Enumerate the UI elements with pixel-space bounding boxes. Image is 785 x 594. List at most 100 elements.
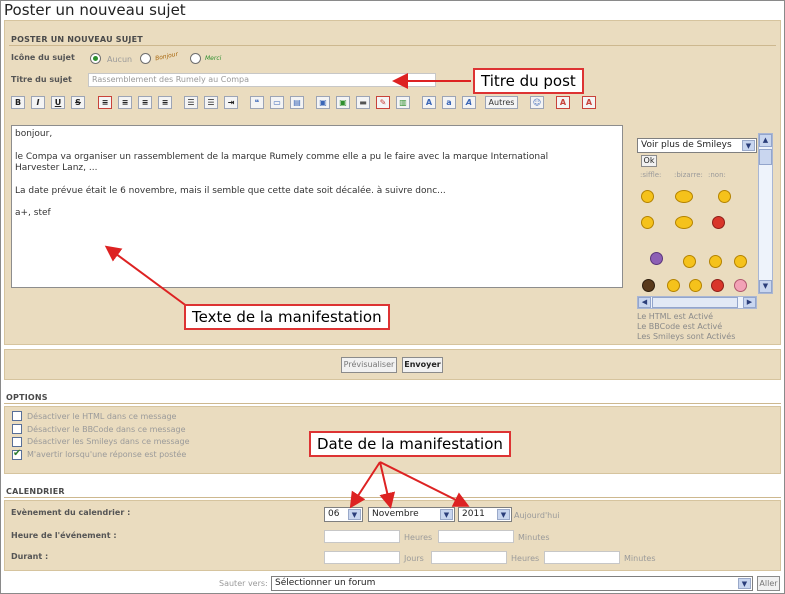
- scroll-up-icon[interactable]: ▲: [759, 134, 772, 147]
- chevron-down-icon: ▼: [440, 509, 453, 520]
- smileys-vertical-scrollbar[interactable]: ▲ ▼: [758, 133, 773, 294]
- option-label: Désactiver le HTML dans ce message: [27, 412, 177, 421]
- link-button[interactable]: ▣: [336, 96, 350, 109]
- smiley-toolbar-button[interactable]: ☺: [530, 96, 544, 109]
- smiley-angry-icon[interactable]: [711, 279, 724, 292]
- hours-input[interactable]: [324, 530, 400, 543]
- calendar-heading: CALENDRIER: [6, 487, 65, 496]
- flash-button[interactable]: ▬: [356, 96, 370, 109]
- align-left-button[interactable]: ≡: [98, 96, 112, 109]
- options-heading: OPTIONS: [6, 393, 48, 402]
- smiley-smile-icon[interactable]: [667, 279, 680, 292]
- message-line: le Compa va organiser un rassemblement d…: [15, 151, 549, 162]
- forum-select[interactable]: Sélectionner un forum ▼: [271, 576, 753, 591]
- spoiler-button[interactable]: ▤: [290, 96, 304, 109]
- subject-input[interactable]: Rassemblement des Rumely au Compa: [88, 73, 436, 87]
- table-button[interactable]: ▥: [396, 96, 410, 109]
- option-label: Désactiver les Smileys dans ce message: [27, 437, 190, 446]
- justify-button[interactable]: ≡: [158, 96, 172, 109]
- color-button[interactable]: A: [556, 96, 570, 109]
- disable-html-checkbox[interactable]: [12, 411, 22, 421]
- smiley-drool-icon[interactable]: [641, 216, 654, 229]
- italic-button[interactable]: I: [31, 96, 45, 109]
- align-center-button[interactable]: ≡: [118, 96, 132, 109]
- message-line: bonjour,: [15, 129, 53, 139]
- smiley-bizarre-icon[interactable]: [675, 190, 693, 203]
- scroll-right-icon[interactable]: ▶: [743, 297, 756, 308]
- numbered-list-button[interactable]: ☰: [204, 96, 218, 109]
- smiley-dance-icon[interactable]: [675, 216, 693, 229]
- strike-button[interactable]: S: [71, 96, 85, 109]
- underline-button[interactable]: U: [51, 96, 65, 109]
- today-link[interactable]: Aujourd'hui: [514, 511, 560, 520]
- minutes-input[interactable]: [438, 530, 514, 543]
- scroll-thumb[interactable]: [759, 149, 772, 165]
- autres-button[interactable]: Autres: [485, 96, 518, 109]
- bold-button[interactable]: B: [11, 96, 25, 109]
- divider: [9, 45, 776, 46]
- month-value: Novembre: [372, 509, 419, 519]
- smiley-devil-icon[interactable]: [650, 252, 663, 265]
- smiley-pig-icon[interactable]: [734, 279, 747, 292]
- preview-button[interactable]: Prévisualiser: [341, 357, 397, 373]
- icon-radio-bonjour[interactable]: [140, 53, 151, 64]
- smiley-grin-icon[interactable]: [709, 255, 722, 268]
- smiley-code: :siffle:: [640, 171, 662, 179]
- icon-radio-none[interactable]: [90, 53, 101, 64]
- smiley-no-icon[interactable]: [718, 190, 731, 203]
- message-line: a+, stef: [15, 208, 51, 218]
- page-title: Poster un nouveau sujet: [4, 1, 186, 19]
- send-button[interactable]: Envoyer: [402, 357, 443, 373]
- image-button[interactable]: ▣: [316, 96, 330, 109]
- day-select[interactable]: 06 ▼: [324, 507, 363, 522]
- message-line: [15, 175, 619, 186]
- font-button[interactable]: A: [462, 96, 476, 109]
- edit-button[interactable]: ✎: [376, 96, 390, 109]
- smileys-horizontal-scrollbar[interactable]: ◀ ▶: [637, 296, 757, 309]
- scroll-thumb[interactable]: [652, 297, 738, 308]
- smiley-santa-icon[interactable]: [712, 216, 725, 229]
- indent-button[interactable]: ⇥: [224, 96, 238, 109]
- smiley-whistle-icon[interactable]: [641, 190, 654, 203]
- smileys-select[interactable]: Voir plus de Smileys ▼: [637, 138, 757, 153]
- bullet-list-button[interactable]: ☰: [184, 96, 198, 109]
- smiley-evil-icon[interactable]: [683, 255, 696, 268]
- post-section-heading: POSTER UN NOUVEAU SUJET: [11, 35, 143, 44]
- smiley-wink-icon[interactable]: [734, 255, 747, 268]
- year-value: 2011: [462, 509, 485, 519]
- merci-icon: Merci: [205, 55, 222, 62]
- message-line: [15, 141, 619, 152]
- smiley-happy-icon[interactable]: [689, 279, 702, 292]
- go-button[interactable]: Aller: [757, 576, 780, 591]
- bbcode-status: Le BBCode est Activé: [637, 322, 723, 331]
- icon-label: Icône du sujet: [11, 53, 75, 62]
- background-color-button[interactable]: A: [582, 96, 596, 109]
- option-label: Désactiver le BBCode dans ce message: [27, 425, 186, 434]
- disable-smileys-checkbox[interactable]: [12, 437, 22, 447]
- smiley-code: :non:: [708, 171, 726, 179]
- duration-days-input[interactable]: [324, 551, 400, 564]
- smileys-select-value: Voir plus de Smileys: [641, 140, 732, 150]
- superscript-button[interactable]: A: [422, 96, 436, 109]
- subscript-button[interactable]: a: [442, 96, 456, 109]
- smileys-ok-button[interactable]: Ok: [641, 155, 657, 167]
- hours-unit: Heures: [511, 554, 540, 563]
- code-button[interactable]: ▭: [270, 96, 284, 109]
- subject-label: Titre du sujet: [11, 75, 72, 84]
- month-select[interactable]: Novembre ▼: [368, 507, 455, 522]
- disable-bbcode-checkbox[interactable]: [12, 424, 22, 434]
- duration-hours-input[interactable]: [431, 551, 507, 564]
- scroll-down-icon[interactable]: ▼: [759, 280, 772, 293]
- scroll-left-icon[interactable]: ◀: [638, 297, 651, 308]
- quote-button[interactable]: ❝: [250, 96, 264, 109]
- align-right-button[interactable]: ≡: [138, 96, 152, 109]
- chevron-down-icon: ▼: [348, 509, 361, 520]
- smiley-pirate-icon[interactable]: [642, 279, 655, 292]
- message-textarea[interactable]: bonjour, le Compa va organiser un rassem…: [11, 125, 623, 288]
- hours-unit: Heures: [404, 533, 433, 542]
- icon-radio-merci[interactable]: [190, 53, 201, 64]
- html-status: Le HTML est Activé: [637, 312, 714, 321]
- duration-minutes-input[interactable]: [544, 551, 620, 564]
- year-select[interactable]: 2011 ▼: [458, 507, 512, 522]
- notify-reply-checkbox[interactable]: [12, 448, 22, 460]
